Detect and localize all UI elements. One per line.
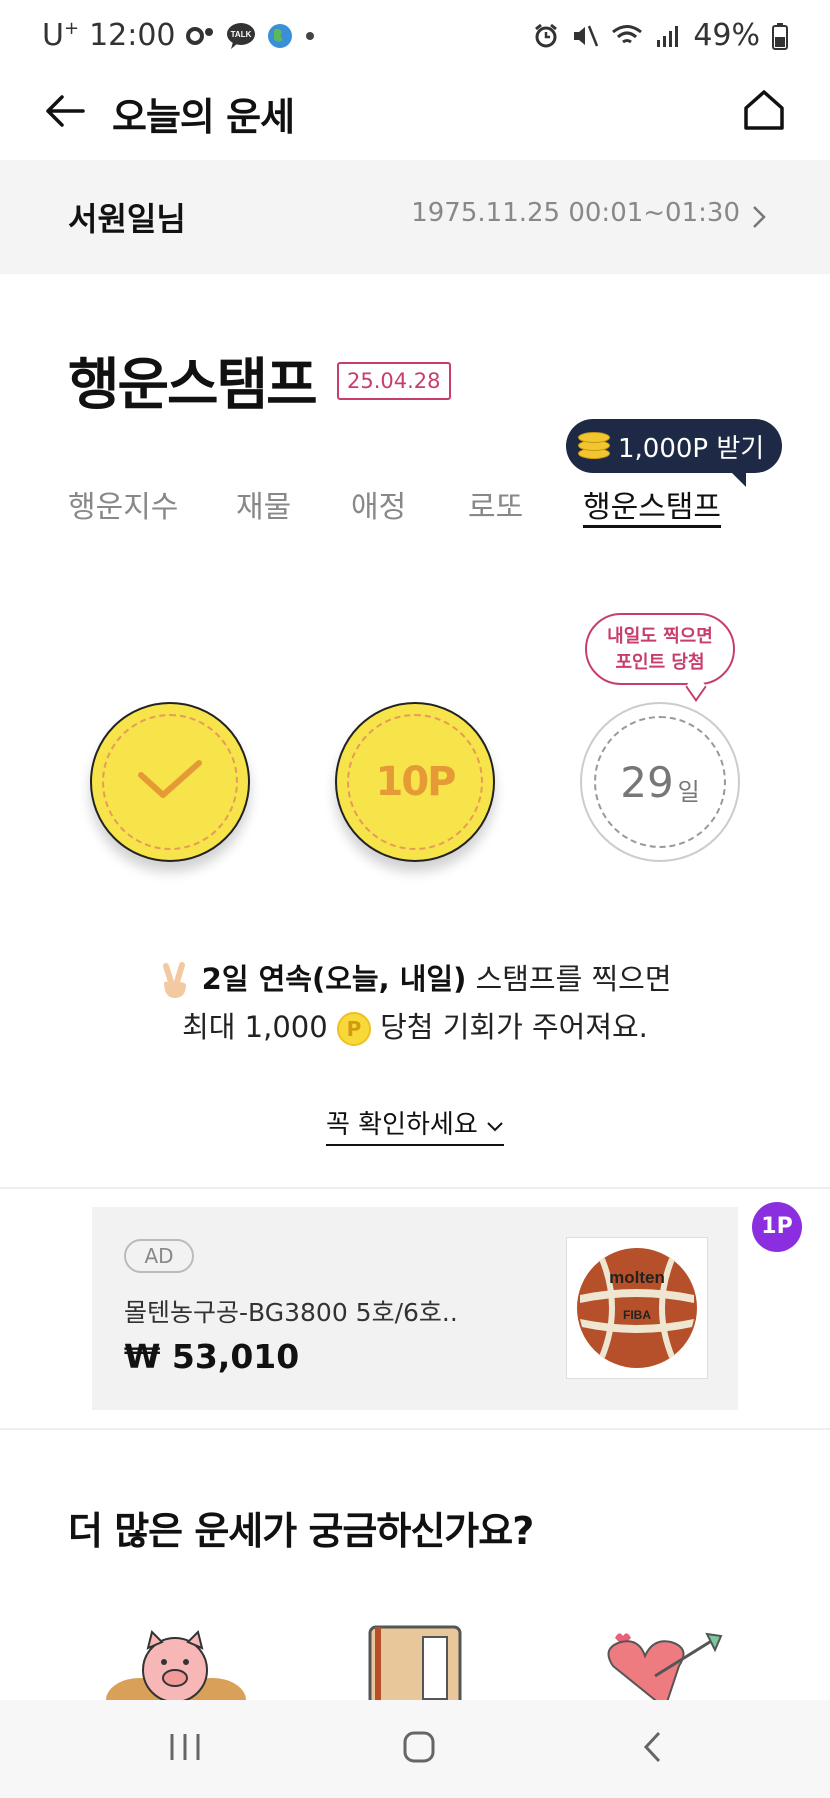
profile-bar[interactable]: 서원일님 1975.11.25 00:01~01:30 (0, 160, 830, 274)
point-coin-icon: P (336, 1012, 371, 1046)
recent-apps-icon (168, 1732, 202, 1766)
home-button[interactable] (738, 86, 790, 138)
section-title: 행운스탬프 (68, 353, 318, 418)
info-bold: 2일 연속(오늘, 내일) (201, 962, 467, 996)
tab-lucky-stamp[interactable]: 행운스탬프 (583, 482, 721, 526)
mute-icon (571, 23, 599, 49)
home-nav-button[interactable] (389, 1724, 449, 1774)
basketball-image: molten FIBA (577, 1248, 697, 1368)
svg-text:FIBA: FIBA (623, 1308, 651, 1322)
dot-icon (304, 30, 316, 42)
stamp-checked (90, 702, 250, 862)
tomorrow-bubble: 내일도 찍으면 포인트 당첨 (585, 613, 735, 702)
ad-card[interactable]: AD 몰텐농구공-BG3800 5호/6호.. ₩ 53,010 molten … (92, 1207, 738, 1410)
bubble-tail (685, 672, 707, 702)
globe-icon (266, 22, 294, 50)
back-nav-icon (641, 1730, 665, 1768)
stamp-points: 10P (335, 702, 495, 862)
coin-stack-icon (578, 432, 610, 460)
talk-icon (185, 25, 216, 47)
svg-text:molten: molten (609, 1268, 665, 1287)
info-rest: 스탬프를 찍으면 (466, 962, 672, 996)
points-bubble[interactable]: 1,000P 받기 (566, 419, 783, 487)
tomorrow-bubble-line2: 포인트 당첨 (615, 652, 705, 673)
divider (0, 1428, 830, 1430)
ad-badge: AD (124, 1239, 194, 1273)
home-nav-icon (402, 1730, 436, 1768)
heart-arrow-icon[interactable] (595, 1628, 735, 1710)
info-line2-suffix: 당첨 기회가 주어져요. (370, 1010, 648, 1044)
back-nav-button[interactable] (623, 1724, 683, 1774)
profile-birth-date: 1975.11.25 00:01~01:30 (411, 198, 740, 228)
arrow-left-icon (45, 94, 85, 132)
status-bar: U+ 12:00 TALK 49% (0, 0, 830, 76)
svg-text:TALK: TALK (230, 30, 251, 39)
check-link[interactable]: 꼭 확인하세요 (0, 1104, 830, 1146)
signal-icon (655, 24, 681, 48)
alarm-icon (533, 23, 559, 49)
back-button[interactable] (40, 88, 90, 138)
wifi-icon (611, 23, 643, 49)
system-nav-bar (0, 1700, 830, 1798)
recent-apps-button[interactable] (155, 1724, 215, 1774)
battery-icon (772, 22, 788, 50)
check-icon (135, 755, 205, 809)
battery-percent: 49% (693, 18, 760, 53)
ad-price: ₩ 53,010 (124, 1337, 300, 1376)
tab-lotto[interactable]: 로또 (468, 482, 523, 526)
kakao-talk-icon: TALK (226, 22, 256, 50)
home-icon (742, 88, 786, 136)
info-line2-prefix: 최대 1,000 (182, 1010, 337, 1044)
ad-thumbnail: molten FIBA (566, 1237, 708, 1379)
points-bubble-label: 1,000P 받기 (618, 433, 765, 464)
carrier-label: U+ (42, 18, 80, 53)
tab-love[interactable]: 애정 (351, 482, 406, 526)
page-title: 오늘의 운세 (112, 95, 295, 139)
status-time: 12:00 (89, 18, 176, 53)
victory-hand-icon (158, 962, 201, 998)
stamp-info: 2일 연속(오늘, 내일) 스탬프를 찍으면 최대 1,000 P 당첨 기회가… (0, 955, 830, 1051)
point-badge[interactable]: 1P (752, 1202, 802, 1252)
divider (0, 1187, 830, 1189)
more-fortunes-title: 더 많은 운세가 궁금하신가요? (68, 1509, 534, 1553)
stamp-next-day[interactable]: 29 일 (580, 702, 740, 862)
tomorrow-bubble-line1: 내일도 찍으면 (607, 626, 713, 647)
tab-lucky-index[interactable]: 행운지수 (68, 482, 178, 526)
pig-icon[interactable] (100, 1630, 250, 1722)
app-header: 오늘의 운세 (0, 76, 830, 160)
stamp-points-label: 10P (375, 759, 457, 805)
ad-title: 몰텐농구공-BG3800 5호/6호.. (124, 1298, 458, 1327)
tab-bar: 행운지수 재물 애정 로또 행운스탬프 (68, 482, 788, 532)
profile-name: 서원일님 (68, 200, 186, 238)
tab-wealth[interactable]: 재물 (236, 482, 291, 526)
chevron-right-icon (748, 202, 770, 232)
stamp-day-unit: 일 (677, 777, 700, 806)
check-link-label: 꼭 확인하세요 (325, 1110, 478, 1140)
book-icon[interactable] (365, 1625, 465, 1709)
chevron-down-icon (486, 1110, 504, 1140)
date-badge: 25.04.28 (337, 362, 451, 400)
stamp-day-number: 29 (620, 757, 674, 807)
